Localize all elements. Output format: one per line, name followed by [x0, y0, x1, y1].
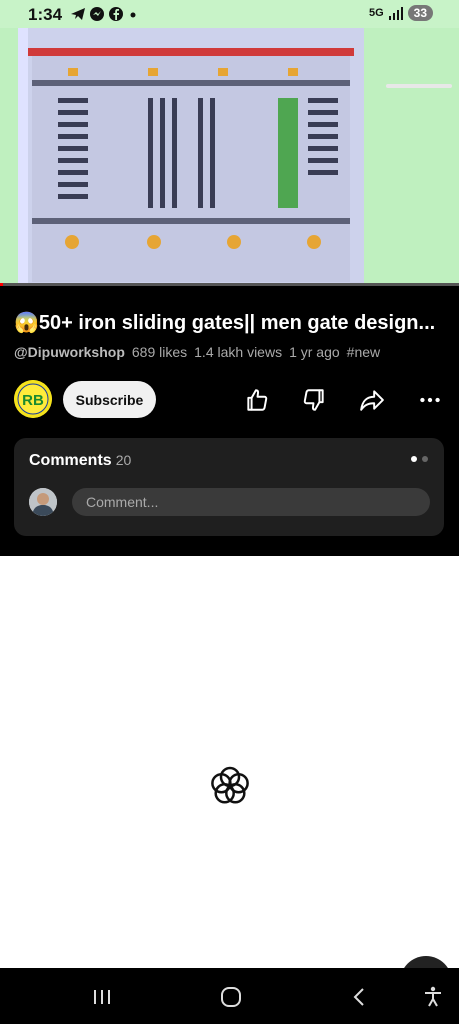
- comments-header: Comments 20: [29, 452, 131, 470]
- gate-image: [18, 28, 364, 284]
- navigation-bar: [0, 968, 459, 1024]
- pager-dot: [422, 456, 428, 462]
- user-photo: [29, 488, 57, 516]
- signal-icon: [388, 7, 403, 20]
- user-avatar: [29, 488, 57, 516]
- pager-dot-active: [411, 456, 417, 462]
- comments-card[interactable]: Comments 20 Comment...: [14, 438, 444, 536]
- thumbs-up-icon: [247, 389, 268, 411]
- home-button[interactable]: [216, 982, 246, 1012]
- home-icon: [221, 987, 241, 1007]
- battery-level: 33: [407, 5, 433, 21]
- loading-spinner-icon: [205, 761, 255, 811]
- more-icon: [420, 397, 440, 403]
- thumbs-down-icon: [303, 389, 324, 411]
- notification-icons: [70, 6, 139, 22]
- dislike-button[interactable]: [299, 385, 329, 415]
- channel-logo: RB: [14, 380, 52, 418]
- recents-icon: [94, 990, 110, 1004]
- network-type: 5G: [368, 7, 384, 19]
- recents-button[interactable]: [87, 982, 117, 1012]
- share-icon: [360, 390, 384, 411]
- video-meta: @Dipuworkshop 689 likes 1.4 lakh views 1…: [14, 344, 380, 360]
- share-button[interactable]: [357, 385, 387, 415]
- video-frame: [18, 28, 364, 284]
- view-count: 1.4 lakh views: [194, 344, 283, 360]
- video-info-panel: 😱50+ iron sliding gates|| men gate desig…: [0, 286, 459, 556]
- messenger-icon: [90, 7, 104, 21]
- facebook-icon: [109, 7, 123, 21]
- video-title[interactable]: 😱50+ iron sliding gates|| men gate desig…: [14, 310, 450, 335]
- upload-age: 1 yr ago: [289, 344, 340, 360]
- status-bar: 1:34 5G 33: [0, 0, 459, 28]
- subscribe-button[interactable]: Subscribe: [63, 381, 156, 418]
- channel-handle[interactable]: @Dipuworkshop: [14, 344, 125, 360]
- dot-icon: [130, 12, 136, 18]
- comments-label: Comments: [29, 452, 112, 469]
- telegram-icon: [71, 8, 85, 20]
- accessibility-button[interactable]: [418, 982, 448, 1012]
- back-button[interactable]: [345, 982, 375, 1012]
- more-options-button[interactable]: [415, 385, 445, 415]
- channel-logo-text: RB: [22, 392, 44, 409]
- hashtag-link[interactable]: #new: [347, 344, 380, 360]
- comments-pager: [411, 456, 428, 462]
- back-icon: [353, 988, 364, 1006]
- channel-avatar[interactable]: RB: [14, 380, 52, 418]
- status-time: 1:34: [28, 5, 63, 24]
- comment-input[interactable]: Comment...: [72, 488, 430, 516]
- video-player[interactable]: [0, 28, 459, 286]
- accessibility-icon: [425, 986, 441, 1007]
- like-button[interactable]: [242, 385, 272, 415]
- gate-reflection: [386, 84, 452, 88]
- like-count: 689 likes: [131, 344, 188, 360]
- status-right: 5G 33: [369, 5, 433, 21]
- comments-count: 20: [115, 452, 132, 468]
